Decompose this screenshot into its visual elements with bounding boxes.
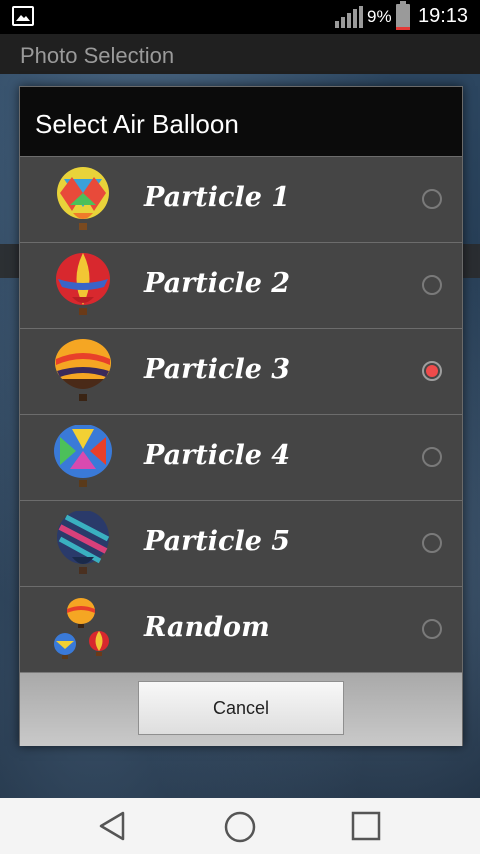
radio-button-selected[interactable] — [422, 361, 442, 381]
item-label: Particle 5 — [144, 526, 291, 557]
battery-icon — [396, 1, 410, 30]
battery-percent: 9% — [367, 7, 392, 26]
radio-button[interactable] — [422, 447, 442, 467]
balloon-4-icon — [54, 425, 112, 487]
back-icon[interactable] — [97, 810, 129, 842]
radio-button[interactable] — [422, 275, 442, 295]
app-title: Photo Selection — [20, 43, 175, 68]
clock: 19:13 — [418, 5, 469, 27]
signal-icon — [335, 6, 363, 28]
home-icon[interactable] — [223, 810, 257, 844]
item-label: Particle 4 — [144, 440, 291, 471]
list-item-particle-4[interactable]: Particle 4 — [20, 414, 462, 500]
balloon-1-icon — [57, 167, 109, 230]
balloon-random-icon — [54, 598, 109, 659]
balloon-3-icon — [55, 339, 111, 401]
dialog-footer: Cancel — [20, 672, 462, 746]
item-label: Random — [144, 612, 270, 643]
list-item-particle-5[interactable]: Particle 5 — [20, 500, 462, 586]
item-label: Particle 3 — [144, 354, 291, 385]
list-item-particle-2[interactable]: Particle 2 — [20, 242, 462, 328]
radio-button[interactable] — [422, 619, 442, 639]
radio-button[interactable] — [422, 533, 442, 553]
select-balloon-dialog: Select Air Balloon Particle 1 Particle 2… — [19, 86, 463, 746]
list-item-particle-3[interactable]: Particle 3 — [20, 328, 462, 414]
status-bar: 9% 19:13 — [0, 0, 480, 34]
recents-icon[interactable] — [350, 810, 382, 842]
radio-button[interactable] — [422, 189, 442, 209]
list-item-random[interactable]: Random — [20, 586, 462, 672]
dialog-title: Select Air Balloon — [20, 87, 462, 156]
cancel-button[interactable]: Cancel — [138, 681, 344, 735]
navigation-bar — [0, 798, 480, 854]
balloon-list: Particle 1 Particle 2 Particle 3 Particl… — [20, 156, 462, 672]
item-label: Particle 1 — [144, 182, 291, 213]
item-label: Particle 2 — [144, 268, 291, 299]
list-item-particle-1[interactable]: Particle 1 — [20, 156, 462, 242]
balloon-2-icon — [56, 253, 110, 315]
balloon-5-icon — [57, 511, 110, 574]
app-bar: Photo Selection — [0, 34, 480, 74]
gallery-icon — [12, 6, 34, 26]
